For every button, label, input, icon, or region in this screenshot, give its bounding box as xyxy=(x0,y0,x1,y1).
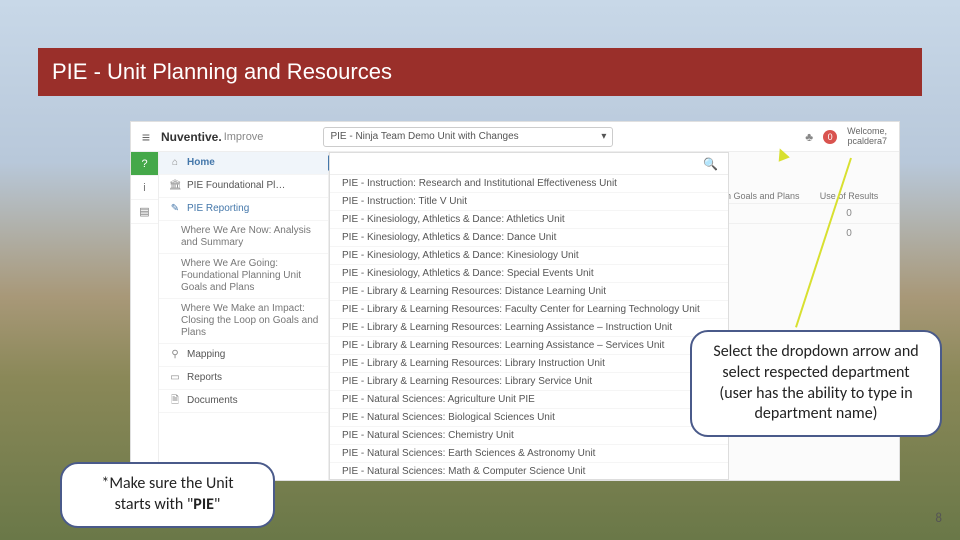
nav-documents-label: Documents xyxy=(187,395,238,407)
row-v3: 0 xyxy=(809,228,889,239)
callout-instructions: Select the dropdown arrow and select res… xyxy=(690,330,942,437)
dropdown-item[interactable]: PIE - Kinesiology, Athletics & Dance: Ki… xyxy=(330,247,728,265)
nav-foundational[interactable]: 🏛 PIE Foundational Pl… xyxy=(159,175,328,198)
dropdown-item[interactable]: PIE - Kinesiology, Athletics & Dance: Sp… xyxy=(330,265,728,283)
nav-documents[interactable]: 🗎 Documents xyxy=(159,390,328,413)
dropdown-item[interactable]: PIE - Library & Learning Resources: Libr… xyxy=(330,355,728,373)
welcome-user: pcaldera7 xyxy=(847,137,887,147)
institution-icon: 🏛 xyxy=(169,180,181,192)
mapping-icon: ⚲ xyxy=(169,349,181,361)
callout-note-line2: starts with " xyxy=(115,495,194,514)
col-results: Use of Results xyxy=(809,191,889,201)
slide-title: PIE - Unit Planning and Resources xyxy=(52,59,392,85)
nav-reports[interactable]: ▭ Reports xyxy=(159,367,328,390)
notification-badge[interactable]: 0 xyxy=(823,130,837,144)
documents-icon: 🗎 xyxy=(169,395,181,407)
dropdown-item[interactable]: PIE - Natural Sciences: Chemistry Unit xyxy=(330,427,728,445)
nav-mapping-label: Mapping xyxy=(187,349,225,361)
unit-selector-label: PIE - Ninja Team Demo Unit with Changes xyxy=(330,131,518,142)
icon-rail: ? i ▤ xyxy=(131,152,159,480)
bell-icon[interactable]: ♣ xyxy=(805,130,813,144)
rail-help-icon[interactable]: ? xyxy=(131,152,158,176)
home-icon: ⌂ xyxy=(169,157,181,169)
unit-selector[interactable]: PIE - Ninja Team Demo Unit with Changes … xyxy=(323,127,613,147)
dropdown-item[interactable]: PIE - Instruction: Title V Unit xyxy=(330,193,728,211)
brand-name: Nuventive. xyxy=(161,130,222,144)
dropdown-item[interactable]: PIE - Library & Learning Resources: Facu… xyxy=(330,301,728,319)
dropdown-item[interactable]: PIE - Kinesiology, Athletics & Dance: At… xyxy=(330,211,728,229)
rail-doc-icon[interactable]: ▤ xyxy=(131,200,158,224)
dropdown-item[interactable]: PIE - Library & Learning Resources: Dist… xyxy=(330,283,728,301)
row-v3: 0 xyxy=(809,208,889,219)
header-right: ♣ 0 Welcome, pcaldera7 xyxy=(805,127,899,147)
page-number: 8 xyxy=(935,511,942,526)
dropdown-item[interactable]: PIE - Natural Sciences: Biological Scien… xyxy=(330,409,728,427)
nav-panel: ⌂ Home 🏛 PIE Foundational Pl… ✎ PIE Repo… xyxy=(159,152,329,480)
search-icon[interactable]: 🔍 xyxy=(703,157,718,171)
callout-note-bold: PIE xyxy=(193,495,214,514)
dropdown-search-row[interactable]: 🔍 xyxy=(330,153,728,175)
nav-reports-label: Reports xyxy=(187,372,222,384)
nav-foundational-label: PIE Foundational Pl… xyxy=(187,180,285,192)
unit-dropdown-panel: 🔍 PIE - Instruction: Research and Instit… xyxy=(329,152,729,480)
dropdown-item[interactable]: PIE - Natural Sciences: Math & Computer … xyxy=(330,463,728,479)
chevron-down-icon: ▾ xyxy=(601,131,606,142)
dropdown-item[interactable]: PIE - Natural Sciences: Agriculture Unit… xyxy=(330,391,728,409)
callout-note-line3: " xyxy=(214,495,220,514)
dropdown-item[interactable]: PIE - Instruction: Research and Institut… xyxy=(330,175,728,193)
nav-sub-impact[interactable]: Where We Make an Impact: Closing the Loo… xyxy=(159,299,328,344)
nav-home-label: Home xyxy=(187,157,215,169)
nav-sub-where-going[interactable]: Where We Are Going: Foundational Plannin… xyxy=(159,254,328,299)
nav-sub-where-now[interactable]: Where We Are Now: Analysis and Summary xyxy=(159,221,328,254)
dropdown-list: PIE - Instruction: Research and Institut… xyxy=(330,175,728,479)
callout-note: *Make sure the Unit starts with "PIE" xyxy=(60,462,275,528)
dropdown-item[interactable]: PIE - Natural Sciences: Earth Sciences &… xyxy=(330,445,728,463)
nav-reporting[interactable]: ✎ PIE Reporting xyxy=(159,198,328,221)
menu-icon[interactable]: ≡ xyxy=(131,129,161,145)
reports-icon: ▭ xyxy=(169,372,181,384)
callout-note-line1: *Make sure the Unit xyxy=(101,474,233,493)
welcome-block[interactable]: Welcome, pcaldera7 xyxy=(847,127,887,147)
rail-info-icon[interactable]: i xyxy=(131,176,158,200)
dropdown-item[interactable]: PIE - Library & Learning Resources: Libr… xyxy=(330,373,728,391)
nav-mapping[interactable]: ⚲ Mapping xyxy=(159,344,328,367)
dropdown-item[interactable]: PIE - Kinesiology, Athletics & Dance: Da… xyxy=(330,229,728,247)
brand-sub: Improve xyxy=(224,131,264,143)
nav-reporting-label: PIE Reporting xyxy=(187,203,249,215)
dropdown-item[interactable]: PIE - Library & Learning Resources: Lear… xyxy=(330,337,728,355)
pencil-icon: ✎ xyxy=(169,203,181,215)
dropdown-item[interactable]: PIE - Library & Learning Resources: Lear… xyxy=(330,319,728,337)
slide-title-bar: PIE - Unit Planning and Resources xyxy=(38,48,922,96)
callout-instructions-text: Select the dropdown arrow and select res… xyxy=(713,342,918,423)
nav-home[interactable]: ⌂ Home xyxy=(159,152,328,175)
